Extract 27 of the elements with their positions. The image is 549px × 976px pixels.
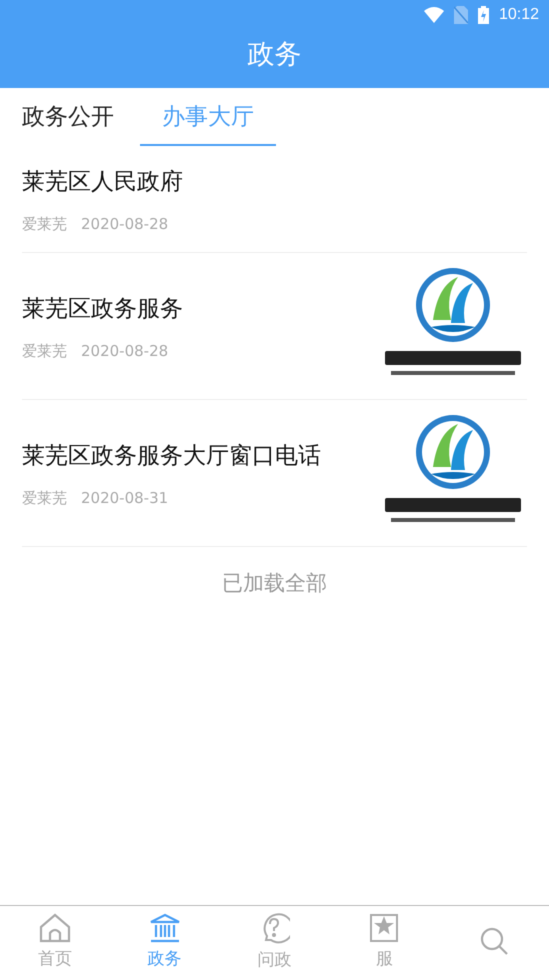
no-sim-icon xyxy=(454,6,468,24)
all-loaded-note: 已加载全部 xyxy=(221,570,328,597)
article-source: 爱莱芜 xyxy=(22,488,67,508)
nav-tab[interactable]: 问政 xyxy=(220,906,330,976)
article-item[interactable]: 莱芜区政务服务 爱莱芜 2020-08-28 xyxy=(22,253,527,400)
article-title: 莱芜区人民政府 xyxy=(22,168,184,196)
bank-icon xyxy=(148,912,181,942)
article-date: 2020-08-31 xyxy=(81,488,168,508)
page-title: 政务 xyxy=(246,38,302,72)
nav-tab[interactable]: 首页 xyxy=(0,906,110,976)
tab[interactable]: 办事大厅 xyxy=(140,88,276,146)
battery-icon xyxy=(478,6,489,24)
wifi-icon xyxy=(424,7,444,23)
nav-tab[interactable]: 服 xyxy=(329,906,440,976)
article-date: 2020-08-28 xyxy=(81,342,168,360)
article-title: 莱芜区政务服务大厅窗口电话 xyxy=(22,442,322,470)
nav-tab[interactable]: 政务 xyxy=(110,906,220,976)
article-date: 2020-08-28 xyxy=(81,214,168,234)
home-icon xyxy=(38,912,71,942)
article-item[interactable]: 莱芜区政务服务大厅窗口电话 爱莱芜 2020-08-31 xyxy=(22,400,527,547)
article-source: 爱莱芜 xyxy=(22,342,67,360)
tab[interactable]: 政务公开 xyxy=(6,88,130,146)
article-source: 爱莱芜 xyxy=(22,214,67,234)
search-icon xyxy=(479,926,510,956)
article-item[interactable]: 莱芜区人民政府 爱莱芜 2020-08-28 xyxy=(22,146,527,253)
article-title: 莱芜区政务服务 xyxy=(22,294,184,324)
status-time: 10:12 xyxy=(498,6,539,24)
